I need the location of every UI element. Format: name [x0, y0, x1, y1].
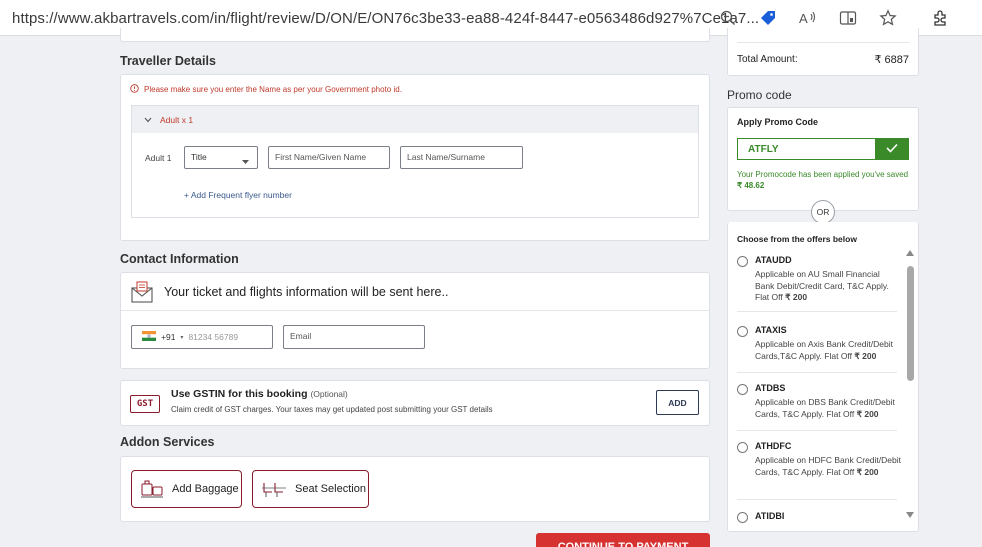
seat-selection-button[interactable]: Seat Selection	[252, 470, 369, 508]
chevron-down-icon	[144, 115, 152, 125]
offer-item[interactable]: ATIDBI	[737, 511, 897, 527]
total-amount-label: Total Amount:	[737, 54, 798, 65]
gst-title: Use GSTIN for this booking	[171, 388, 308, 400]
offer-item[interactable]: ATHDFC Applicable on HDFC Bank Credit/De…	[737, 441, 901, 505]
add-frequent-flyer-link[interactable]: + Add Frequent flyer number	[184, 190, 292, 200]
info-circle-icon	[130, 84, 139, 95]
add-baggage-label: Add Baggage	[172, 483, 239, 495]
offer-description: Applicable on AU Small Financial Bank De…	[755, 269, 901, 304]
seat-icon	[261, 477, 287, 502]
promo-saved-amount: ₹ 48.62	[737, 180, 765, 190]
offer-radio[interactable]	[737, 384, 748, 395]
offer-code: ATIDBI	[755, 511, 785, 521]
traveller-details-title: Traveller Details	[120, 54, 216, 68]
offers-scrollbar[interactable]	[905, 250, 915, 522]
offer-radio[interactable]	[737, 512, 748, 523]
india-flag-icon	[142, 331, 156, 343]
seat-selection-label: Seat Selection	[295, 483, 366, 495]
title-select-value: Title	[191, 152, 207, 162]
addon-services-title: Addon Services	[120, 435, 215, 449]
notice-text: Please make sure you enter the Name as p…	[144, 85, 402, 94]
gst-card	[120, 380, 710, 426]
email-field[interactable]: Email	[283, 325, 425, 349]
offer-code: ATAUDD	[755, 255, 792, 265]
country-caret-icon: ▾	[180, 334, 184, 341]
promo-code-input[interactable]: ATFLY	[737, 138, 876, 160]
offer-separator	[737, 430, 897, 431]
last-name-field[interactable]: Last Name/Surname	[400, 146, 523, 169]
summary-divider	[737, 42, 909, 43]
offer-desc-text: Applicable on HDFC Bank Credit/Debit Car…	[755, 455, 901, 477]
promo-success-message: Your Promocode has been applied you've s…	[737, 170, 909, 191]
offer-separator	[737, 372, 897, 373]
apply-promo-label: Apply Promo Code	[737, 117, 819, 127]
scroll-up-arrow-icon[interactable]	[906, 250, 914, 256]
checkmark-icon	[886, 140, 898, 158]
offer-radio[interactable]	[737, 256, 748, 267]
baggage-icon	[140, 477, 164, 502]
fare-card-remnant	[120, 28, 710, 42]
adult-header[interactable]: Adult x 1	[132, 106, 698, 133]
offer-separator	[737, 499, 897, 500]
gst-description: Claim credit of GST charges. Your taxes …	[171, 405, 493, 414]
offer-desc-text: Applicable on AU Small Financial Bank De…	[755, 269, 889, 302]
offer-radio[interactable]	[737, 326, 748, 337]
svg-text:A: A	[799, 11, 808, 26]
gst-add-button[interactable]: ADD	[656, 390, 699, 415]
zoom-icon[interactable]	[718, 8, 738, 28]
offer-description: Applicable on Axis Bank Credit/Debit Car…	[755, 339, 901, 362]
contact-info-text: Your ticket and flights information will…	[164, 285, 449, 299]
promo-success-text: Your Promocode has been applied you've s…	[737, 170, 909, 179]
offer-amount: ₹ 200	[785, 292, 808, 302]
title-select[interactable]: Title	[184, 146, 258, 169]
adult-1-label: Adult 1	[145, 153, 172, 163]
offer-item[interactable]: ATDBS Applicable on DBS Bank Credit/Debi…	[737, 383, 897, 435]
choose-offers-label: Choose from the offers below	[737, 234, 857, 244]
offer-code: ATDBS	[755, 383, 786, 393]
offer-amount: ₹ 200	[854, 350, 877, 361]
promo-apply-button[interactable]	[875, 138, 909, 160]
envelope-icon	[130, 280, 154, 309]
offer-amount: ₹ 200	[856, 466, 879, 477]
scroll-down-arrow-icon[interactable]	[906, 512, 914, 518]
contact-info-title: Contact Information	[120, 252, 239, 266]
offer-radio[interactable]	[737, 442, 748, 453]
scrollbar-thumb[interactable]	[907, 266, 914, 381]
phone-field[interactable]: +91 ▾ 81234 56789	[131, 325, 273, 349]
dropdown-caret-icon	[242, 156, 249, 166]
or-divider: OR	[811, 200, 835, 224]
fare-summary-card	[727, 28, 919, 76]
offer-code: ATHDFC	[755, 441, 792, 451]
total-amount-value: ₹ 6887	[874, 54, 909, 66]
offer-description: Applicable on DBS Bank Credit/Debit Card…	[755, 397, 901, 420]
offer-amount: ₹ 200	[856, 408, 879, 419]
address-bar[interactable]: https://www.akbartravels.com/in/flight/r…	[12, 10, 759, 27]
name-notice: Please make sure you enter the Name as p…	[130, 84, 402, 95]
offer-description: Applicable on HDFC Bank Credit/Debit Car…	[755, 455, 901, 478]
coupon-tag-icon[interactable]	[758, 8, 778, 28]
offer-separator	[737, 311, 897, 312]
gst-logo: GST	[130, 395, 160, 413]
gst-title-row: Use GSTIN for this booking (Optional)	[171, 388, 348, 400]
offer-item[interactable]: ATAXIS Applicable on Axis Bank Credit/De…	[737, 325, 897, 377]
gst-optional: (Optional)	[310, 389, 348, 399]
add-baggage-button[interactable]: Add Baggage	[131, 470, 242, 508]
immersive-reader-icon[interactable]	[838, 8, 858, 28]
offer-item[interactable]: ATAUDD Applicable on AU Small Financial …	[737, 255, 897, 315]
extensions-icon[interactable]	[930, 8, 950, 28]
first-name-field[interactable]: First Name/Given Name	[268, 146, 390, 169]
read-aloud-icon[interactable]: A	[798, 8, 818, 28]
promo-code-title: Promo code	[727, 88, 792, 102]
country-code[interactable]: +91	[161, 332, 175, 342]
adult-count-label: Adult x 1	[160, 114, 194, 125]
continue-to-payment-button[interactable]: CONTINUE TO PAYMENT	[536, 533, 710, 547]
offer-code: ATAXIS	[755, 325, 787, 335]
favorite-star-icon[interactable]	[878, 8, 898, 28]
phone-placeholder: 81234 56789	[188, 332, 239, 342]
